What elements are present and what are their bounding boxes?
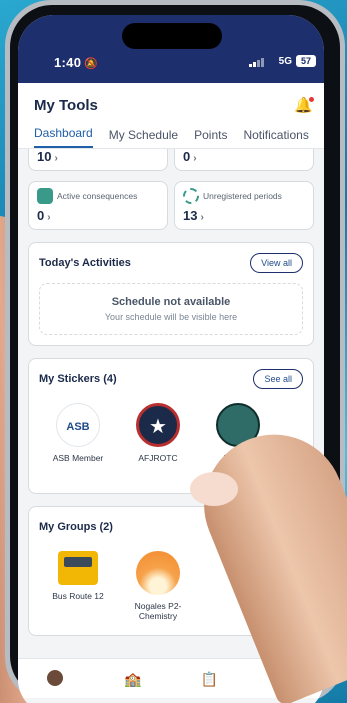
chevron-right-icon: › — [47, 212, 51, 223]
stat-card-active-consequences[interactable]: Active consequences 0 › — [28, 181, 168, 230]
network-label: 5G — [278, 56, 292, 67]
status-bar: 1:40 🔕 5G 57 — [18, 15, 324, 83]
tab-dashboard[interactable]: Dashboard — [34, 126, 93, 148]
group-item[interactable]: Nogales P2-Chemistry — [129, 551, 187, 621]
bus-icon — [58, 551, 98, 585]
asb-badge-icon — [56, 403, 100, 447]
card-title: My Stickers (4) — [39, 373, 117, 385]
fingernail — [190, 472, 238, 506]
clipboard-icon[interactable]: 📋 — [200, 670, 218, 688]
sticker-item[interactable]: AFJROTC — [129, 403, 187, 463]
chevron-right-icon: › — [54, 153, 58, 164]
card-title: My Groups (2) — [39, 521, 113, 533]
battery-icon: 57 — [296, 55, 316, 67]
tab-points[interactable]: Points — [194, 128, 227, 148]
todays-activities-card: Today's Activities View all Schedule not… — [28, 242, 314, 346]
chevron-right-icon: › — [200, 212, 204, 223]
status-time: 1:40 🔕 — [54, 55, 99, 70]
signal-icon — [249, 58, 264, 67]
dynamic-island — [122, 23, 222, 49]
bell-off-icon: 🔕 — [84, 58, 99, 70]
bell-icon[interactable]: 🔔 — [294, 97, 314, 115]
app-header: My Tools 🔔 — [18, 83, 324, 119]
sticker-item[interactable]: ASB Member — [49, 403, 107, 463]
sunset-icon — [136, 551, 180, 595]
group-item[interactable]: Bus Route 12 — [49, 551, 107, 621]
afjrotc-badge-icon — [136, 403, 180, 447]
puzzle-icon — [37, 188, 53, 204]
card-title: Today's Activities — [39, 257, 131, 269]
view-all-button[interactable]: View all — [250, 253, 303, 273]
notification-dot — [309, 97, 314, 102]
tab-bar: Dashboard My Schedule Points Notificatio… — [18, 119, 324, 149]
empty-schedule: Schedule not available Your schedule wil… — [39, 283, 303, 335]
tab-my-schedule[interactable]: My Schedule — [109, 128, 178, 148]
avatar-icon[interactable] — [47, 669, 65, 688]
school-icon[interactable]: 🏫 — [124, 670, 142, 688]
page-title: My Tools — [34, 97, 98, 114]
stat-card-top-left[interactable]: 10 › — [28, 149, 168, 171]
stat-card-top-right[interactable]: 0 › — [174, 149, 314, 171]
tab-notifications[interactable]: Notifications — [243, 128, 308, 148]
see-all-button[interactable]: See all — [253, 369, 303, 389]
dashed-gear-icon — [183, 188, 199, 204]
chevron-right-icon: › — [193, 153, 197, 164]
stat-card-unregistered-periods[interactable]: Unregistered periods 13 › — [174, 181, 314, 230]
